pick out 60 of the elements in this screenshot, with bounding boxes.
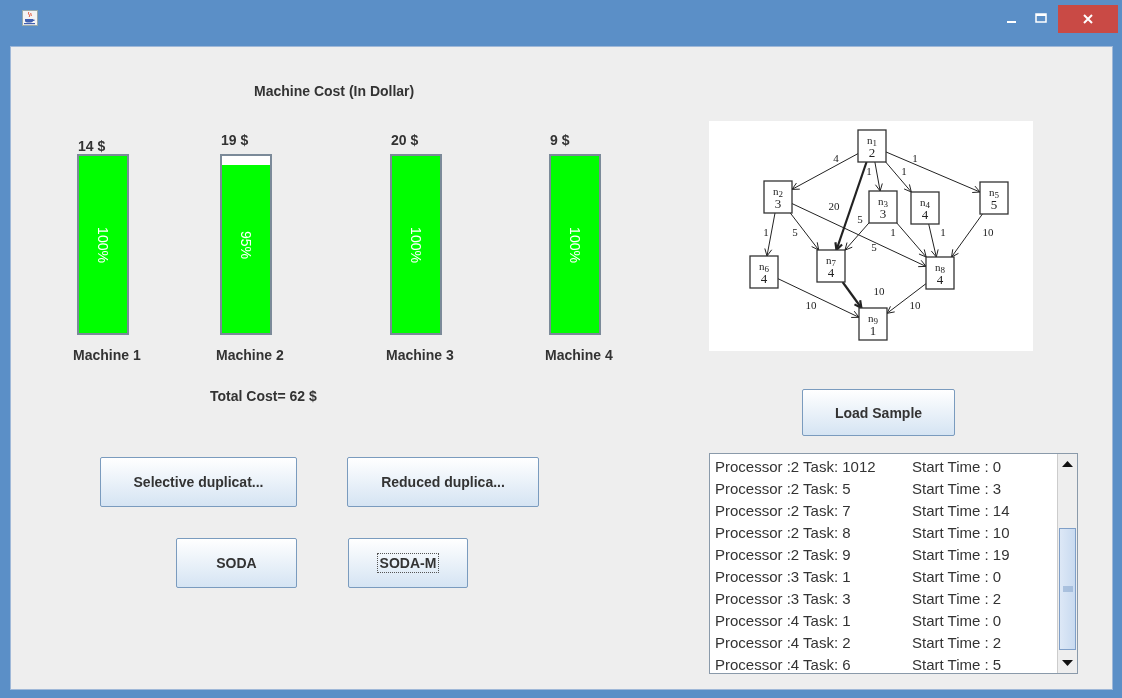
percent-label: 100%	[567, 226, 583, 263]
edge-weight: 1	[912, 152, 918, 164]
edge-weight: 1	[866, 165, 872, 177]
machine-label: Machine 1	[73, 347, 141, 363]
list-item[interactable]: Processor :4 Task: 2 Start Time : 2	[710, 631, 1057, 653]
edge-weight: 20	[828, 200, 840, 212]
close-icon	[1082, 13, 1094, 25]
cost-label: 19 $	[221, 132, 249, 150]
graph-node: n$_{4}$ 4	[910, 191, 940, 225]
action-button[interactable]: Selective duplicat...	[100, 457, 297, 507]
list-item[interactable]: Processor :3 Task: 1 Start Time : 0	[710, 565, 1057, 587]
close-button[interactable]	[1058, 5, 1118, 33]
list-item[interactable]: Processor :3 Task: 3 Start Time : 2	[710, 587, 1057, 609]
scroll-thumb[interactable]	[1059, 528, 1076, 650]
list-item[interactable]: Processor :4 Task: 6 Start Time : 5	[710, 653, 1057, 675]
edge-weight: 10	[873, 285, 885, 297]
total-cost-label: Total Cost= 62 $	[210, 388, 318, 404]
edge-weight: 5	[857, 213, 863, 225]
edge-weight: 1	[890, 226, 896, 238]
java-cup-icon	[22, 10, 38, 26]
action-button[interactable]: SODA-M	[348, 538, 468, 588]
edge-weight: 1	[901, 165, 907, 177]
maximize-icon	[1035, 13, 1047, 23]
list-item[interactable]: Processor :2 Task: 1012 Start Time : 0	[710, 455, 1057, 477]
graph-node: n$_{7}$ 4	[816, 249, 846, 283]
scrollbar[interactable]	[1057, 454, 1077, 673]
list-item[interactable]: Processor :2 Task: 7 Start Time : 14	[710, 499, 1057, 521]
minimize-icon	[1006, 21, 1016, 23]
cost-label: 9 $	[550, 132, 570, 150]
percent-label: 100%	[95, 226, 111, 263]
edge-weight: 10	[805, 299, 817, 311]
edge-weight: 10	[982, 226, 994, 238]
cost-label: 20 $	[391, 132, 419, 150]
graph-node: n$_{5}$ 5	[979, 181, 1009, 215]
machine-label: Machine 2	[216, 347, 284, 363]
edge-weight: 5	[792, 226, 798, 238]
action-button[interactable]: SODA	[176, 538, 297, 588]
list-item[interactable]: Processor :2 Task: 9 Start Time : 19	[710, 543, 1057, 565]
graph-node: n$_{1}$ 2	[857, 129, 887, 163]
graph-node: n$_{3}$ 3	[868, 190, 898, 224]
edge-weight: 1	[763, 226, 769, 238]
percent-label: 95%	[238, 230, 254, 259]
list-item[interactable]: Processor :2 Task: 5 Start Time : 3	[710, 477, 1057, 499]
edge-weight: 5	[871, 241, 877, 253]
list-item[interactable]: Processor :2 Task: 8 Start Time : 10	[710, 521, 1057, 543]
chart-title: Machine Cost (In Dollar)	[254, 83, 416, 99]
load-sample-button[interactable]: Load Sample	[802, 389, 955, 436]
graph-node: n$_{6}$ 4	[749, 255, 779, 289]
edge-weight: 4	[833, 152, 839, 164]
list-item[interactable]: Processor :4 Task: 1 Start Time : 0	[710, 609, 1057, 631]
edge-weight: 1	[940, 226, 946, 238]
action-button[interactable]: Reduced duplica...	[347, 457, 539, 507]
edge-weight: 10	[909, 299, 921, 311]
graph-node: n$_{8}$ 4	[925, 256, 955, 290]
machine-label: Machine 4	[545, 347, 613, 363]
machine-label: Machine 3	[386, 347, 454, 363]
graph-node: n$_{9}$ 1	[858, 307, 888, 341]
graph-node: n$_{2}$ 3	[763, 180, 793, 214]
percent-label: 100%	[408, 226, 424, 263]
cost-label: 14 $	[78, 137, 106, 154]
